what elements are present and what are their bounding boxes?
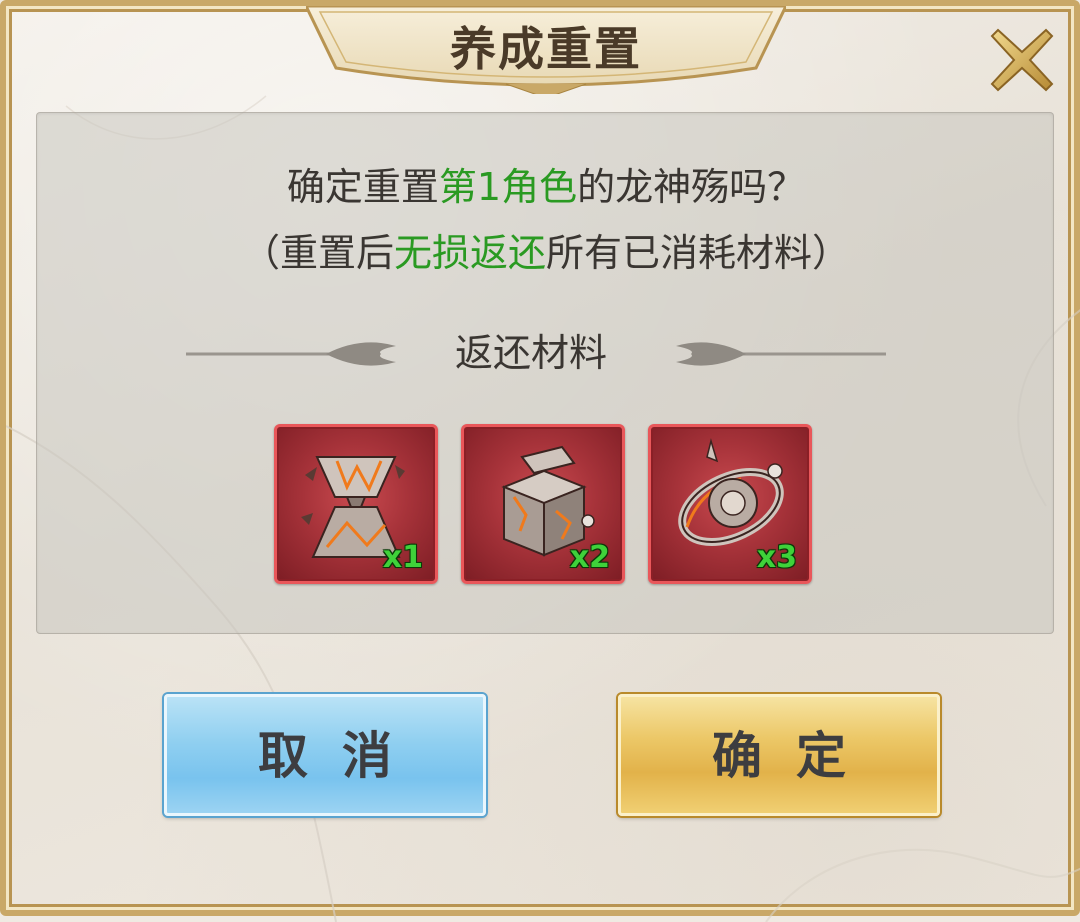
close-x-icon (990, 28, 1054, 92)
refund-note: （重置后无损返还所有已消耗材料） (6, 222, 1080, 277)
quantity-label: x3 (756, 540, 797, 575)
close-button[interactable] (986, 24, 1058, 96)
question-highlight: 第1角色 (438, 165, 578, 209)
material-item-1[interactable]: x1 (274, 424, 438, 584)
question-suffix: 的龙神殇吗？ (577, 165, 806, 209)
note-highlight: 无损返还 (393, 231, 546, 275)
note-prefix: （重置后 (241, 231, 394, 275)
confirm-question: 确定重置第1角色的龙神殇吗？ (6, 156, 1080, 211)
quantity-label: x1 (382, 540, 423, 575)
materials-section-title: 返还材料 (454, 331, 607, 375)
note-suffix: 所有已消耗材料） (546, 231, 851, 275)
material-item-2[interactable]: x2 (461, 424, 625, 584)
material-item-3[interactable]: x3 (648, 424, 812, 584)
cancel-button[interactable]: 取消 (164, 694, 486, 816)
divider-ornament-left (186, 342, 396, 366)
dialog-title: 养成重置 (450, 22, 642, 76)
quantity-label: x2 (569, 540, 610, 575)
question-prefix: 确定重置 (286, 165, 439, 209)
confirm-button[interactable]: 确定 (618, 694, 940, 816)
reset-dialog: 养成重置 确定重置第1角色的龙神殇吗？ （重置后无损返还所有已消耗材料） 返还材… (0, 0, 1080, 922)
divider-ornament-right (676, 342, 886, 366)
